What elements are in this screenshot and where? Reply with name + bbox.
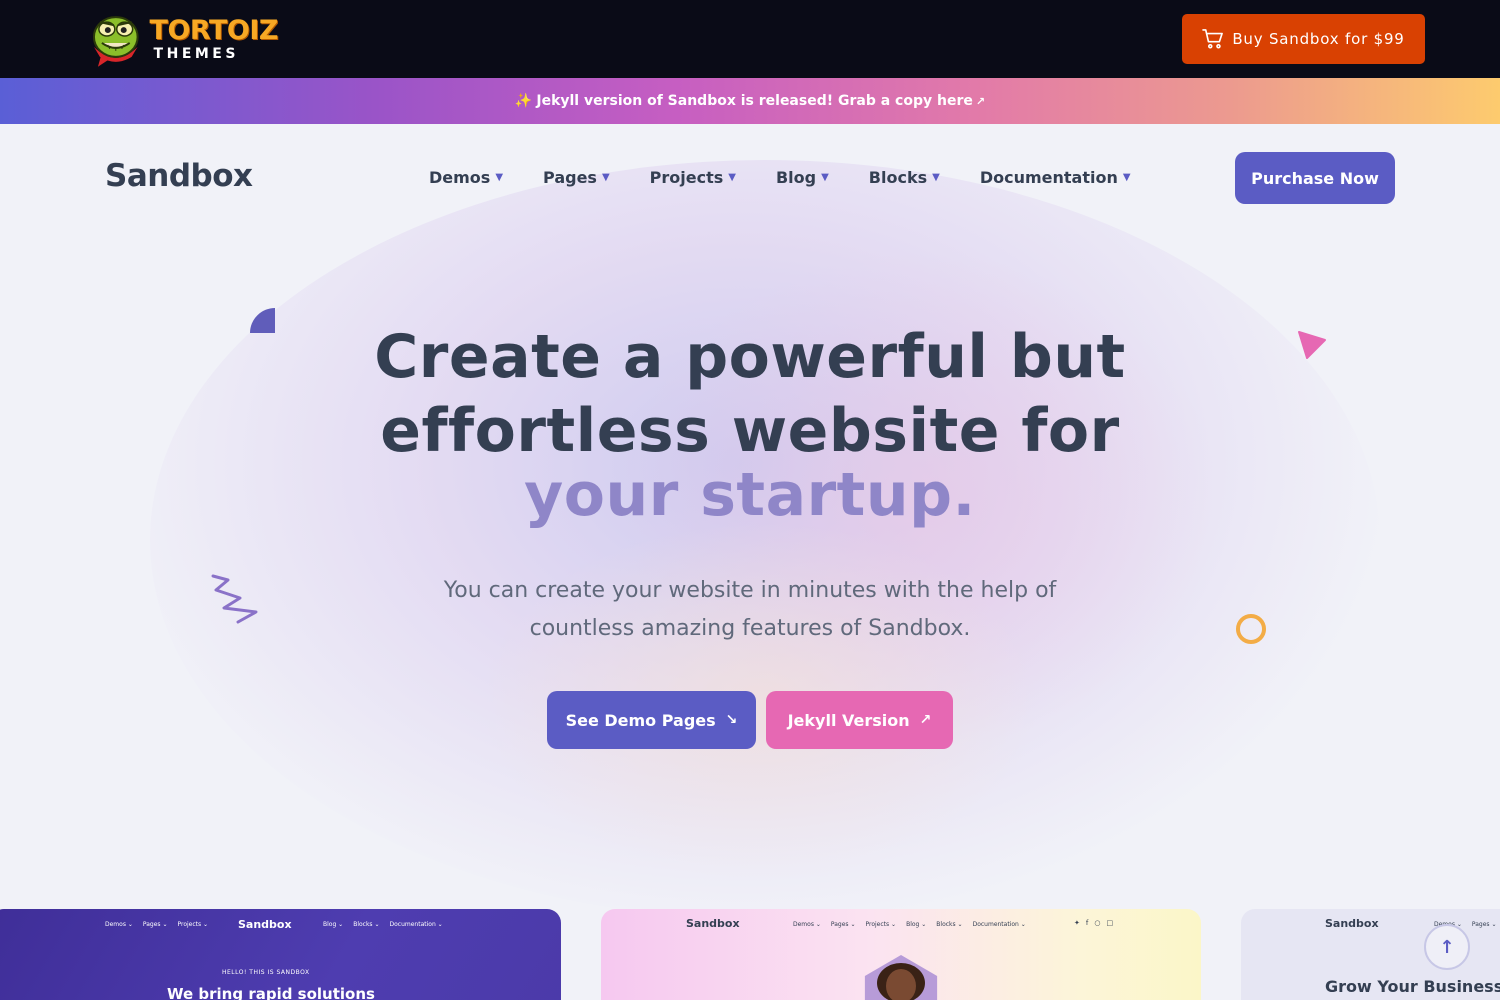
nav-item-label: Projects: [649, 167, 724, 187]
mini-nav-item: Pages ⌄: [830, 921, 856, 928]
buy-sandbox-button[interactable]: Buy Sandbox for $99: [1182, 14, 1425, 64]
hero-title-highlight: your startup.: [524, 460, 976, 530]
arrow-down-right-icon: ↘: [725, 712, 738, 728]
announcement-text[interactable]: Jekyll version of Sandbox is released! G…: [536, 93, 973, 109]
chevron-down-icon: ▼: [1122, 171, 1131, 183]
nav-item-label: Blog: [775, 167, 817, 187]
main-nav: Demos ▼ Pages ▼ Projects ▼ Blog ▼ Blocks ▼ Do…: [429, 165, 1171, 189]
mini-brand: Sandbox: [686, 917, 740, 930]
sandbox-logo[interactable]: Sandbox: [105, 158, 253, 194]
triangle-shape: [1298, 331, 1326, 359]
mini-nav-item: Blocks ⌄: [353, 921, 380, 928]
see-demo-pages-button[interactable]: See Demo Pages ↘: [547, 691, 756, 749]
cart-icon: [1202, 29, 1224, 49]
jekyll-version-button[interactable]: Jekyll Version ↗: [766, 691, 953, 749]
logo-sub-text: THEMES: [153, 46, 239, 62]
nav-item-label: Pages: [543, 167, 597, 187]
nav-item-label: Documentation: [979, 167, 1118, 187]
mini-nav-right: Blog ⌄ Blocks ⌄ Documentation ⌄: [323, 921, 443, 928]
nav-item-blocks[interactable]: Blocks ▼: [869, 168, 940, 187]
arrow-up-right-icon: ↗: [919, 712, 932, 728]
scroll-to-top-button[interactable]: ↑: [1424, 924, 1470, 970]
nav-item-label: Demos: [429, 167, 491, 187]
chevron-down-icon: ▼: [601, 171, 610, 183]
jekyll-button-label: Jekyll Version: [787, 710, 910, 730]
mini-nav-left: Demos ⌄ Pages ⌄ Projects ⌄: [105, 921, 208, 928]
nav-item-demos[interactable]: Demos ▼: [429, 168, 503, 187]
squiggle-shape: [211, 574, 258, 624]
mini-nav-item: Blocks ⌄: [936, 921, 963, 928]
instagram-icon: □: [1106, 919, 1114, 927]
demo-button-label: See Demo Pages: [565, 710, 716, 730]
ring-shape: [1236, 614, 1266, 644]
sparkles-icon: ✨: [514, 93, 533, 109]
nav-item-documentation[interactable]: Documentation ▼: [980, 168, 1131, 187]
mini-hero-headline: We bring rapid solutions: [167, 985, 375, 1000]
chevron-down-icon: ▼: [932, 171, 940, 183]
dribbble-icon: ○: [1094, 919, 1101, 927]
facebook-icon: f: [1085, 919, 1089, 927]
mini-nav-item: Projects ⌄: [177, 921, 209, 928]
avatar: [864, 955, 938, 1000]
hero-title-line1: Create a powerful but: [374, 322, 1126, 392]
hero-title-line2: effortless website for: [380, 396, 1120, 466]
nav-item-projects[interactable]: Projects ▼: [650, 168, 736, 187]
hero-subtitle: You can create your website in minutes w…: [443, 578, 1057, 641]
demo-preview-card-1[interactable]: Demos ⌄ Pages ⌄ Projects ⌄ Sandbox Blog …: [0, 909, 561, 1000]
mini-social-icons: ✦ f ○ □: [1074, 919, 1113, 927]
mini-hero-headline: Grow Your Business wit: [1325, 977, 1500, 996]
quarter-circle-shape: [250, 308, 275, 333]
mini-nav-item: Demos ⌄: [105, 921, 133, 928]
chevron-down-icon: ▼: [728, 171, 736, 183]
demo-preview-card-2[interactable]: Sandbox Demos ⌄ Pages ⌄ Projects ⌄ Blog …: [601, 909, 1201, 1000]
chevron-down-icon: ▼: [495, 171, 504, 183]
announcement-bar[interactable]: ✨ Jekyll version of Sandbox is released!…: [0, 78, 1500, 124]
mini-nav-item: Demos ⌄: [793, 921, 821, 928]
mini-nav-item: Projects ⌄: [865, 921, 897, 928]
nav-item-blog[interactable]: Blog ▼: [776, 168, 829, 187]
top-bar: TORTOIZ THEMES Buy Sandbox for $99: [0, 0, 1500, 78]
mini-brand: Sandbox: [238, 918, 292, 931]
purchase-now-button[interactable]: Purchase Now: [1235, 152, 1395, 204]
mini-nav-item: Blog ⌄: [323, 921, 344, 928]
arrow-up-icon: ↑: [1439, 936, 1455, 958]
buy-button-label: Buy Sandbox for $99: [1232, 30, 1405, 48]
mini-nav: Demos ⌄ Pages ⌄ Projects ⌄ Blog ⌄ Blocks…: [793, 921, 1026, 928]
mini-nav-item: Documentation ⌄: [972, 921, 1026, 928]
turtle-mascot-icon: [92, 16, 139, 67]
tortoiz-logo[interactable]: TORTOIZ THEMES: [88, 8, 279, 70]
mini-nav-item: Pages ⌄: [1471, 921, 1497, 928]
logo-brand-text: TORTOIZ: [149, 15, 279, 46]
hero-title: Create a powerful but effortless website…: [350, 320, 1150, 532]
external-arrow-icon: ↗: [975, 94, 986, 108]
mini-nav-item: Blog ⌄: [906, 921, 927, 928]
mini-nav-item: Pages ⌄: [142, 921, 168, 928]
mini-brand: Sandbox: [1325, 917, 1379, 930]
chevron-down-icon: ▼: [821, 171, 829, 183]
mini-nav-item: Documentation ⌄: [389, 921, 443, 928]
nav-item-pages[interactable]: Pages ▼: [543, 168, 610, 187]
avatar-face: [886, 969, 916, 1000]
nav-item-label: Blocks: [868, 167, 928, 187]
mini-hero-tag: HELLO! THIS IS SANDBOX: [222, 969, 310, 976]
twitter-icon: ✦: [1074, 919, 1080, 927]
